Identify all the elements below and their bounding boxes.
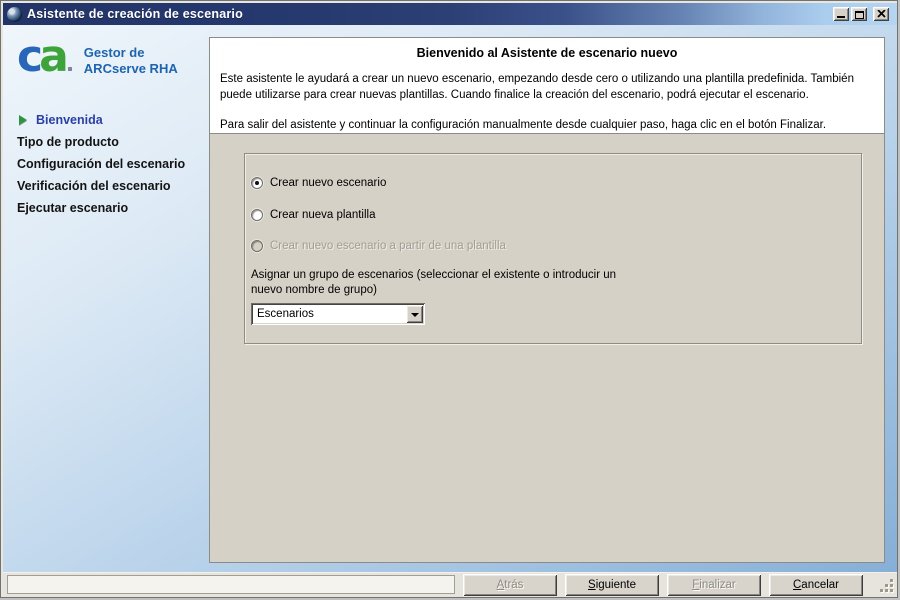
step-configuracion-del-escenario: Configuración del escenario [3,153,208,175]
scenario-group-combobox[interactable]: Escenarios [251,303,425,325]
radio-disabled-icon [251,240,263,252]
radio-unselected-icon[interactable] [251,209,263,221]
step-label: Verificación del escenario [17,179,171,193]
cancel-button[interactable]: Cancelar [769,574,863,596]
status-bar [7,575,455,594]
wizard-steps: Bienvenida Tipo de producto Configuració… [3,109,208,219]
ca-logo: ca Gestor de ARCserve RHA [17,35,178,79]
scenario-options-group: Crear nuevo escenario Crear nueva planti… [244,153,862,344]
product-name-line1: Gestor de [83,45,145,60]
step-label: Configuración del escenario [17,157,186,171]
step-verificacion-del-escenario: Verificación del escenario [3,175,208,197]
window-controls [833,7,889,21]
page-title: Bienvenido al Asistente de escenario nue… [416,46,678,60]
close-button[interactable] [873,7,889,21]
maximize-button[interactable] [851,7,867,21]
back-button[interactable]: Atrás [463,574,557,596]
step-label: Tipo de producto [17,135,119,149]
globe-icon [7,6,22,22]
finish-hint-text: Para salir del asistente y continuar la … [220,119,827,131]
product-name: Gestor de ARCserve RHA [84,45,178,77]
ca-logo-dot [67,67,72,71]
radio-label: Crear nueva plantilla [270,209,376,221]
step-tipo-de-producto: Tipo de producto [3,131,208,153]
welcome-header-panel: Bienvenido al Asistente de escenario nue… [209,37,885,134]
window-title: Asistente de creación de escenario [27,7,243,21]
combobox-dropdown-button[interactable] [406,305,423,323]
ca-logo-mark: ca [17,35,72,79]
step-bienvenida: Bienvenida [3,109,208,131]
product-name-line2: ARCserve RHA [83,61,178,76]
next-button[interactable]: Siguiente [565,574,659,596]
combobox-value: Escenarios [257,308,314,320]
intro-text: Este asistente le ayudará a crear un nue… [220,73,854,101]
scenario-group-label: Asignar un grupo de escenarios (seleccio… [251,269,617,296]
step-label: Bienvenida [36,113,103,127]
radio-crear-nueva-plantilla[interactable]: Crear nueva plantilla [251,208,375,222]
sidebar: ca Gestor de ARCserve RHA Bienvenida Tip… [3,25,209,572]
content-panel: Crear nuevo escenario Crear nueva planti… [209,134,885,563]
radio-label: Crear nuevo escenario [270,177,387,189]
wizard-window: Asistente de creación de escenario ca Ge… [0,0,898,598]
minimize-button[interactable] [833,7,849,21]
resize-grip[interactable] [878,577,894,593]
finish-button[interactable]: Finalizar [667,574,761,596]
radio-crear-nuevo-escenario[interactable]: Crear nuevo escenario [251,176,386,190]
window-body: ca Gestor de ARCserve RHA Bienvenida Tip… [3,25,897,572]
step-ejecutar-escenario: Ejecutar escenario [3,197,208,219]
radio-label: Crear nuevo escenario a partir de una pl… [270,240,506,252]
footer-bar: Atrás Siguiente Finalizar Cancelar [3,572,897,597]
minimize-icon [837,16,845,18]
current-step-arrow-icon [19,115,27,125]
step-label: Ejecutar escenario [17,201,129,215]
radio-selected-icon[interactable] [251,177,263,189]
close-icon [876,10,886,18]
titlebar: Asistente de creación de escenario [3,3,897,25]
chevron-down-icon [410,312,419,317]
radio-crear-escenario-desde-plantilla: Crear nuevo escenario a partir de una pl… [251,239,506,253]
maximize-icon [854,11,864,19]
